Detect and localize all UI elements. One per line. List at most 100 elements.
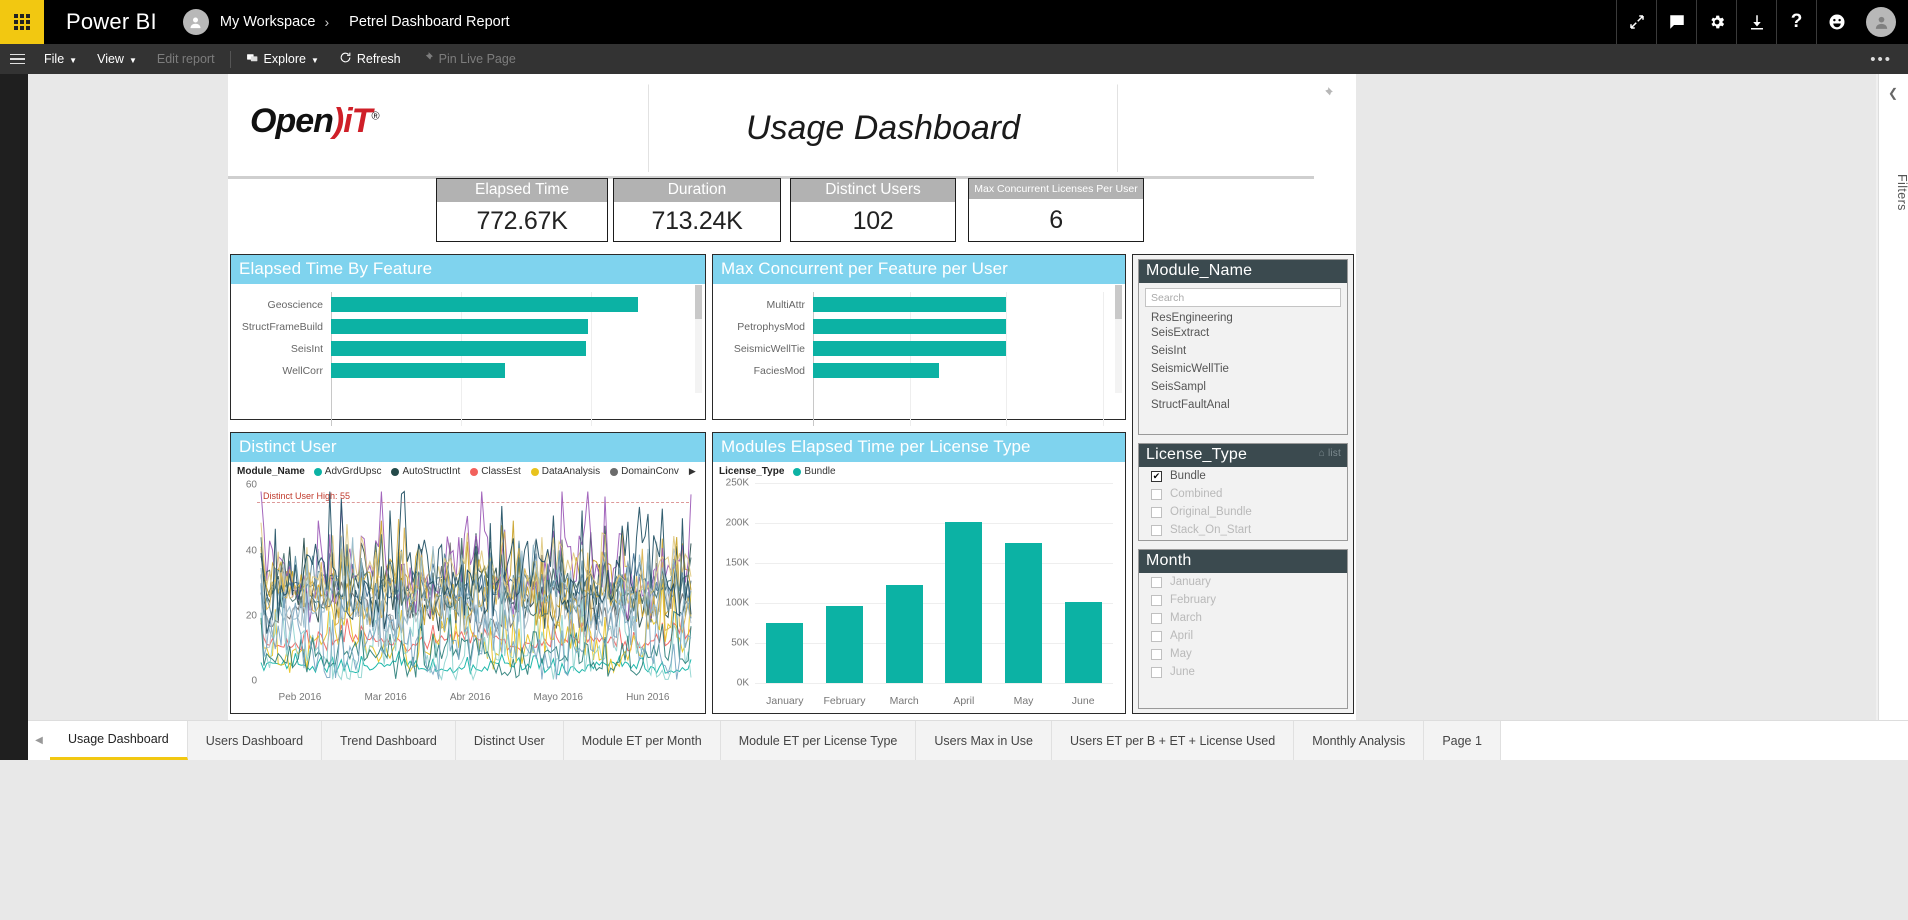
slicer-checkbox[interactable] — [1151, 630, 1162, 642]
chart-bar[interactable] — [813, 363, 939, 379]
visual-distinct-user[interactable]: Distinct User Module_Name AdvGrdUpsc AutoS… — [230, 432, 706, 714]
chevron-left-icon[interactable]: ❮ — [1888, 86, 1898, 100]
user-avatar[interactable] — [1866, 7, 1896, 37]
menu-explore[interactable]: Explore ▼ — [236, 44, 329, 74]
slicer-tools-label[interactable]: ⌂ list — [1319, 448, 1341, 459]
chart-bar[interactable] — [331, 341, 586, 357]
powerbi-brand-label[interactable]: Power BI — [66, 9, 157, 35]
slicer-item[interactable]: Combined — [1139, 485, 1347, 503]
nav-menu-icon[interactable] — [0, 44, 34, 74]
legend-item[interactable]: ClassEst — [470, 466, 521, 477]
pin-visual-icon[interactable] — [1320, 86, 1334, 105]
chart-bar[interactable] — [1064, 601, 1102, 684]
slicer-checkbox[interactable] — [1151, 524, 1162, 536]
visual-elapsed-time-by-feature[interactable]: Elapsed Time By Feature Geoscience Struct… — [230, 254, 706, 444]
slicer-item[interactable]: March — [1139, 609, 1347, 627]
tabs-scroll-left-icon[interactable]: ◀ — [28, 721, 50, 760]
slicer-checkbox[interactable]: ✔ — [1151, 470, 1162, 482]
chart-bar-row[interactable]: SeisInt — [239, 338, 691, 360]
legend-item[interactable]: DomainConv — [610, 466, 679, 477]
fullscreen-icon[interactable] — [1616, 0, 1656, 44]
legend-item[interactable]: DataAnalysis — [530, 466, 600, 477]
menu-more-button[interactable]: ••• — [1870, 51, 1908, 68]
slicer-checkbox[interactable] — [1151, 666, 1162, 678]
page-tab[interactable]: Module ET per License Type — [720, 721, 917, 760]
page-tab[interactable]: Users ET per B + ET + License Used — [1052, 721, 1295, 760]
slicer-checkbox[interactable] — [1151, 612, 1162, 624]
page-tab[interactable]: Monthly Analysis — [1294, 721, 1425, 760]
module-name-slicer[interactable]: Module_Name Search ResEngineering SeisExt… — [1138, 259, 1348, 435]
kpi-card-elapsed-time[interactable]: Elapsed Time 772.67K — [436, 178, 608, 242]
slicer-item[interactable]: SeisExtract — [1139, 324, 1347, 342]
chart-bar[interactable] — [331, 319, 589, 335]
chart-bar-row[interactable]: WellCorr — [239, 360, 691, 382]
chart-bar[interactable] — [885, 585, 923, 684]
page-tab[interactable]: Usage Dashboard — [50, 721, 188, 760]
chart-bar-row[interactable]: Geoscience — [239, 294, 691, 316]
page-tab[interactable]: Page 1 — [1424, 721, 1501, 760]
license-type-slicer[interactable]: License_Type ⌂ list ✔ Bundle Combined Origi… — [1138, 443, 1348, 541]
slicer-item[interactable]: SeisSampl — [1139, 378, 1347, 396]
slicer-item[interactable]: Original_Bundle — [1139, 503, 1347, 521]
chart-vertical-scrollbar[interactable] — [1115, 285, 1122, 393]
slicer-item[interactable]: May — [1139, 645, 1347, 663]
chart-bar-row[interactable]: StructFrameBuild — [239, 316, 691, 338]
search-input[interactable]: Search — [1145, 288, 1341, 307]
legend-item[interactable]: AutoStructInt — [391, 466, 460, 477]
gear-icon[interactable] — [1696, 0, 1736, 44]
chart-bar[interactable] — [331, 363, 506, 379]
visual-modules-elapsed-time-per-license-type[interactable]: Modules Elapsed Time per License Type Li… — [712, 432, 1126, 714]
kpi-card-distinct-users[interactable]: Distinct Users 102 — [790, 178, 956, 242]
smiley-feedback-icon[interactable] — [1816, 0, 1856, 44]
chart-bar[interactable] — [945, 521, 983, 684]
menu-file[interactable]: File ▼ — [34, 44, 87, 74]
chart-bar[interactable] — [813, 341, 1007, 357]
chart-vertical-scrollbar[interactable] — [695, 285, 702, 393]
download-icon[interactable] — [1736, 0, 1776, 44]
scrollbar-thumb[interactable] — [695, 285, 702, 319]
slicer-item[interactable]: February — [1139, 591, 1347, 609]
app-launcher-button[interactable] — [0, 0, 44, 44]
menu-refresh[interactable]: Refresh — [329, 44, 411, 74]
slicer-item[interactable]: ResEngineering — [1139, 312, 1347, 324]
kpi-card-duration[interactable]: Duration 713.24K — [613, 178, 781, 242]
breadcrumb-workspace[interactable]: My Workspace — [220, 14, 316, 30]
chart-bar-row[interactable]: PetrophysMod — [721, 316, 1111, 338]
help-icon[interactable]: ? — [1776, 0, 1816, 44]
page-tab[interactable]: Trend Dashboard — [322, 721, 456, 760]
slicer-item[interactable]: June — [1139, 663, 1347, 681]
kpi-card-max-concurrent-licenses[interactable]: Max Concurrent Licenses Per User 6 — [968, 178, 1144, 242]
slicer-item[interactable]: January — [1139, 573, 1347, 591]
legend-item[interactable]: Bundle — [793, 466, 836, 477]
slicer-checkbox[interactable] — [1151, 576, 1162, 588]
chart-bar-row[interactable]: MultiAttr — [721, 294, 1111, 316]
month-slicer[interactable]: Month January February March April May June — [1138, 549, 1348, 709]
slicer-checkbox[interactable] — [1151, 594, 1162, 606]
chart-bar[interactable] — [813, 319, 1007, 335]
slicer-item[interactable]: April — [1139, 627, 1347, 645]
comment-icon[interactable] — [1656, 0, 1696, 44]
page-tab[interactable]: Distinct User — [455, 721, 564, 760]
menu-view[interactable]: View ▼ — [87, 44, 147, 74]
slicer-item[interactable]: ✔ Bundle — [1139, 467, 1347, 485]
chart-bar[interactable] — [813, 297, 1007, 313]
slicer-item[interactable]: SeismicWellTie — [1139, 360, 1347, 378]
slicer-item[interactable]: StructFaultAnal — [1139, 396, 1347, 414]
slicer-item[interactable]: SeisInt — [1139, 342, 1347, 360]
slicer-checkbox[interactable] — [1151, 506, 1162, 518]
slicer-checkbox[interactable] — [1151, 648, 1162, 660]
chart-bar-row[interactable]: SeismicWellTie — [721, 338, 1111, 360]
chart-bar[interactable] — [331, 297, 638, 313]
page-tab[interactable]: Users Max in Use — [916, 721, 1052, 760]
filters-pane-collapsed[interactable]: ❮ Filters — [1878, 74, 1908, 720]
legend-item[interactable]: AdvGrdUpsc — [313, 466, 381, 477]
scrollbar-thumb[interactable] — [1115, 285, 1122, 319]
chart-bar[interactable] — [826, 605, 863, 684]
chart-bar[interactable] — [766, 623, 804, 684]
chart-bar-row[interactable]: FaciesMod — [721, 360, 1111, 382]
slicer-item[interactable]: Stack_On_Start — [1139, 521, 1347, 539]
visual-max-concurrent-per-feature-per-user[interactable]: Max Concurrent per Feature per User Mult… — [712, 254, 1126, 444]
legend-next-icon[interactable]: ▶ — [689, 466, 700, 477]
breadcrumb-report[interactable]: Petrel Dashboard Report — [349, 14, 509, 30]
page-tab[interactable]: Module ET per Month — [563, 721, 721, 760]
